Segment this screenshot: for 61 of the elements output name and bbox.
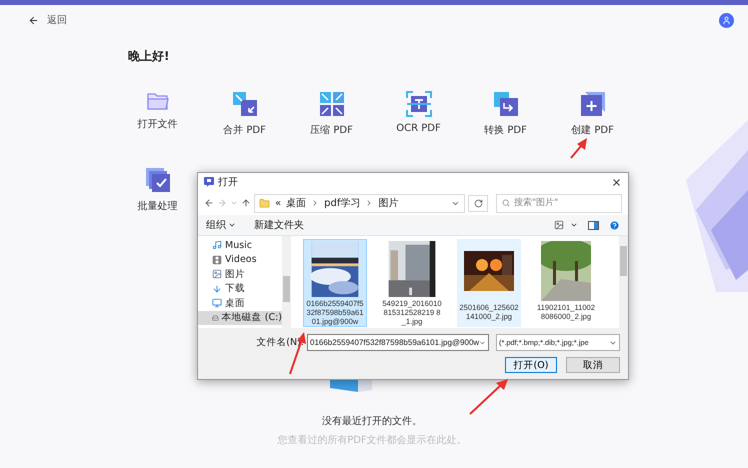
drive-icon [212, 312, 219, 323]
convert-icon [492, 91, 518, 117]
back-arrow-icon [28, 14, 39, 26]
close-button[interactable] [611, 176, 622, 188]
new-folder-button[interactable]: 新建文件夹 [254, 218, 304, 232]
empty-hint: 您查看过的所有PDF文件都会显示在此处。 [277, 434, 467, 447]
open-button[interactable]: 打开(O) [505, 357, 557, 373]
search-field[interactable]: 搜索"图片" [496, 194, 622, 212]
folder-icon [259, 198, 270, 208]
ocr-icon [406, 91, 432, 117]
sidebar-item[interactable]: 图片 [198, 267, 282, 282]
app-icon [204, 177, 214, 187]
sidebar-item[interactable]: 本地磁盘 (C:) [198, 310, 282, 325]
refresh-icon [474, 198, 482, 208]
back-button[interactable]: 返回 [28, 13, 67, 27]
create-icon [580, 91, 606, 117]
view-icon [554, 220, 564, 230]
up-button[interactable] [241, 198, 251, 208]
merge-icon [232, 91, 258, 117]
annotation-arrow [570, 138, 587, 159]
refresh-button[interactable] [468, 194, 488, 212]
music-icon [212, 240, 222, 250]
help-button[interactable] [609, 220, 620, 230]
breadcrumb-item[interactable]: pdf学习 [324, 196, 360, 210]
scrollbar[interactable] [619, 236, 628, 328]
compress-icon [318, 91, 344, 117]
sidebar-item[interactable]: Music [198, 238, 282, 252]
avatar[interactable] [719, 12, 734, 28]
folder-icon [146, 91, 170, 111]
sidebar-item[interactable]: Videos [198, 252, 282, 267]
overflow-chevrons[interactable]: « [275, 198, 282, 208]
back-button[interactable] [204, 198, 214, 208]
download-icon [212, 284, 222, 294]
film-icon [212, 254, 222, 265]
desktop-icon [212, 298, 222, 308]
tool-button[interactable]: 合并 PDF [201, 91, 288, 137]
image-icon [212, 269, 222, 280]
organize-button[interactable]: 组织 [206, 218, 236, 232]
view-button[interactable] [554, 220, 578, 230]
tool-button[interactable]: 压缩 PDF [288, 91, 375, 137]
breadcrumb-item[interactable]: 桌面 [286, 196, 306, 210]
preview-pane-button[interactable] [588, 220, 599, 230]
caret-icon [228, 221, 236, 229]
sidebar-item[interactable]: 下载 [198, 282, 282, 296]
address-bar[interactable]: « 桌面 pdf学习 图片 [254, 194, 465, 212]
tool-button[interactable]: 创建 PDF [549, 91, 636, 137]
cancel-button[interactable]: 取消 [566, 357, 620, 373]
filename-field[interactable]: 0166b2559407f532f87598b59a6101.jpg@900w [307, 334, 489, 351]
greeting: 晚上好! [128, 48, 170, 65]
tool-button[interactable]: OCR PDF [375, 91, 462, 137]
batch-icon [144, 167, 170, 193]
search-icon [502, 199, 510, 207]
sidebar-item[interactable]: 桌面 [198, 296, 282, 310]
dialog-title: 打开 [204, 175, 238, 189]
empty-title: 没有最近打开的文件。 [322, 414, 422, 428]
scrollbar[interactable] [282, 236, 291, 328]
caret-icon [570, 221, 578, 229]
annotation-arrow [469, 379, 508, 415]
tool-button[interactable]: 打开文件 [114, 91, 201, 137]
tool-button[interactable]: 转换 PDF [462, 91, 549, 137]
breadcrumb-item[interactable]: 图片 [378, 196, 398, 210]
